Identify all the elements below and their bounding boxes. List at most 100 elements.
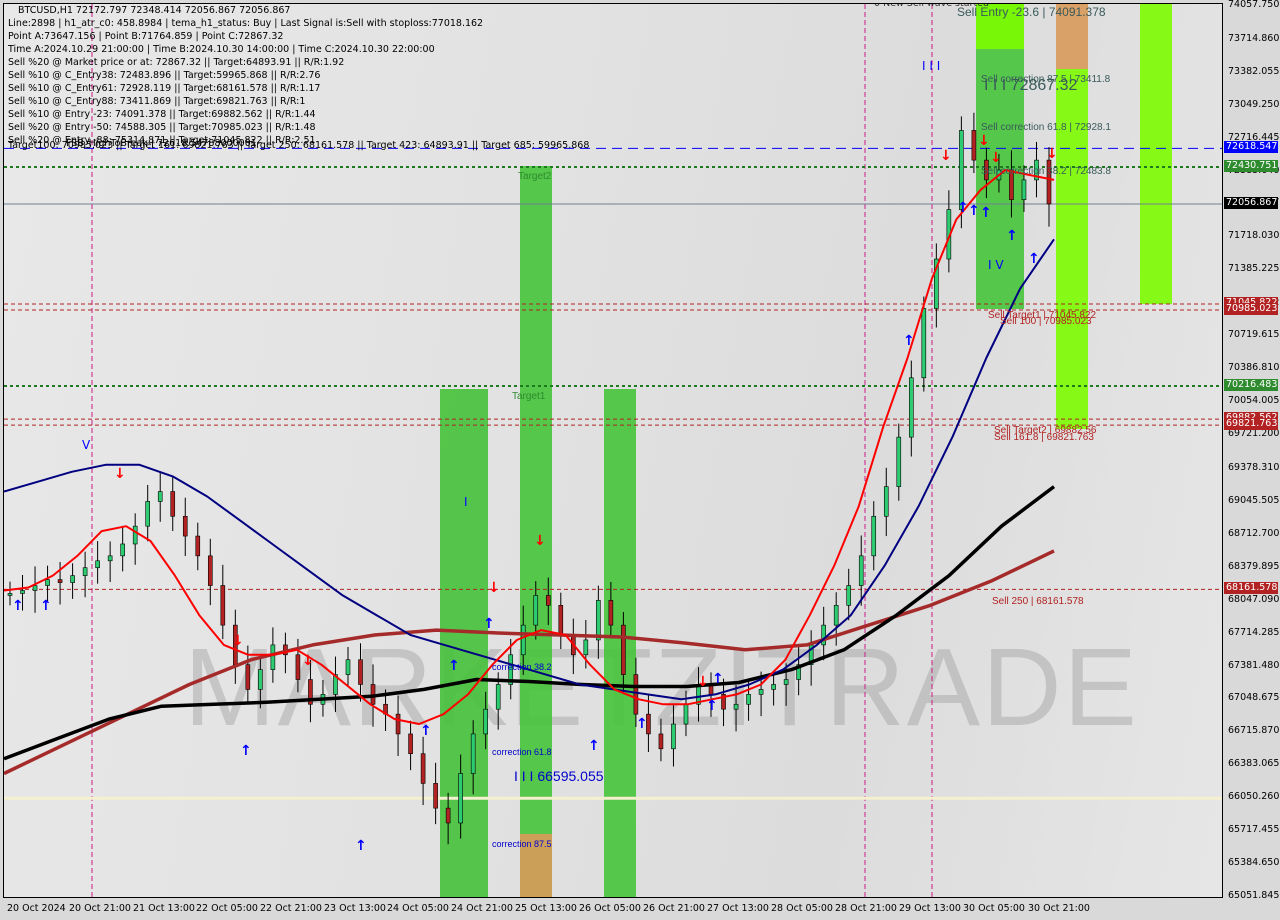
candle-body xyxy=(445,807,451,824)
y-tick-label: 65384.650 xyxy=(1228,857,1280,869)
candle-body xyxy=(358,659,363,685)
x-tick-label: 25 Oct 13:00 xyxy=(515,903,577,914)
price-tag: 68161.578 xyxy=(1224,582,1278,595)
y-tick-label: 66715.870 xyxy=(1228,725,1280,737)
info-line-8: Sell %10 @ Entry -23: 74091.378 || Targe… xyxy=(8,109,316,120)
buy-arrow-icon: ↑ xyxy=(903,333,915,349)
level-label: Sell 161.8 | 69821.763 xyxy=(994,432,1094,443)
chart-area[interactable]: MARKETZITRADE ↑ ↑ ↑ ↑ ↑ ↑ ↑ ↑ ↑ ↑ ↑ ↑ ↑ ↑ ↑ ↑ ↑ ↓ ↓ ↓ ↓ ↓ ↓ ↓ ↓ ↓… xyxy=(3,3,1223,898)
candle-body xyxy=(658,733,664,750)
x-tick-label: 21 Oct 13:00 xyxy=(133,903,195,914)
buy-arrow-icon: ↑ xyxy=(240,743,252,759)
candle-body xyxy=(896,436,902,487)
candle-body xyxy=(408,733,413,755)
candle-body xyxy=(733,703,739,710)
level-label: Sell 100 | 70985.023 xyxy=(1000,316,1092,327)
sell-arrow-icon: ↓ xyxy=(1046,146,1058,162)
level-label: Sell 250 | 68161.578 xyxy=(992,596,1084,607)
y-tick-label: 68712.700 xyxy=(1228,527,1280,539)
x-tick-label: 28 Oct 05:00 xyxy=(771,903,833,914)
candle-body xyxy=(258,669,263,690)
price-tag: 69821.763 xyxy=(1224,418,1278,431)
candle-body xyxy=(458,773,463,824)
price-tag: 70216.483 xyxy=(1224,379,1278,392)
level-label: Target1 xyxy=(512,391,546,402)
sell-arrow-icon: ↓ xyxy=(940,148,952,164)
x-tick-label: 23 Oct 13:00 xyxy=(324,903,386,914)
y-tick-label: 66383.065 xyxy=(1228,758,1280,770)
candle-body xyxy=(821,624,826,646)
candle-body xyxy=(395,713,401,735)
candle-body xyxy=(971,130,977,161)
x-tick-label: 26 Oct 05:00 xyxy=(579,903,641,914)
candle-body xyxy=(621,624,626,675)
symbol-header: BTCUSD,H1 72172.797 72348.414 72056.867 … xyxy=(18,5,291,16)
candle-body xyxy=(771,684,776,690)
sell-arrow-icon: ↓ xyxy=(488,580,500,596)
sell-arrow-icon: ↓ xyxy=(697,674,709,690)
price-tag: 72056.867 xyxy=(1224,196,1278,209)
candle-body xyxy=(132,525,138,545)
zone-band xyxy=(604,389,636,897)
x-tick-label: 22 Oct 21:00 xyxy=(260,903,322,914)
y-tick-label: 70054.005 xyxy=(1228,395,1280,407)
wave-mark: I I I xyxy=(922,59,940,73)
candle-body xyxy=(220,585,226,626)
buy-arrow-icon: ↑ xyxy=(588,738,600,754)
candle-body xyxy=(295,654,301,680)
y-tick-label: 66050.260 xyxy=(1228,791,1280,803)
buy-arrow-icon: ↑ xyxy=(448,658,460,674)
level-label: Sell correction 38.2 | 72483.8 xyxy=(981,166,1111,177)
price-tag: 72430.751 xyxy=(1224,159,1278,172)
candle-body xyxy=(909,377,914,438)
zone-band xyxy=(520,166,552,897)
info-line-2: Point A:73647.156 | Point B:71764.859 | … xyxy=(8,31,284,42)
x-tick-label: 30 Oct 05:00 xyxy=(963,903,1025,914)
buy-arrow-icon: ↑ xyxy=(1028,251,1040,267)
x-tick-label: 20 Oct 2024 xyxy=(7,903,66,914)
x-tick-label: 28 Oct 21:00 xyxy=(835,903,897,914)
candle-body xyxy=(596,600,601,641)
wave-mark: V xyxy=(82,438,91,452)
level-label: Target2 xyxy=(518,171,552,182)
candle-body xyxy=(145,501,150,527)
y-tick-label: 65051.845 xyxy=(1228,890,1280,901)
sell-arrow-icon: ↓ xyxy=(302,653,314,669)
buy-arrow-icon: ↑ xyxy=(706,698,718,714)
buy-arrow-icon: ↑ xyxy=(636,716,648,732)
wave-mark: I V xyxy=(988,258,1004,272)
y-tick-label: 65717.455 xyxy=(1228,824,1280,836)
level-label: correction 38.2 xyxy=(492,662,552,672)
buy-arrow-icon: ↑ xyxy=(355,838,367,854)
candle-body xyxy=(32,585,38,591)
candle-body xyxy=(45,579,50,586)
info-line-9: Sell %20 @ Entry -50: 74588.305 || Targe… xyxy=(8,122,316,133)
x-tick-label: 29 Oct 13:00 xyxy=(899,903,961,914)
candle-body xyxy=(207,555,213,586)
info-line-7: Sell %10 @ C_Entry88: 73411.869 || Targe… xyxy=(8,96,306,107)
sell-arrow-icon: ↓ xyxy=(232,633,244,649)
buy-arrow-icon: ↑ xyxy=(40,598,52,614)
y-tick-label: 67714.285 xyxy=(1228,626,1280,638)
candle-body xyxy=(633,674,639,715)
candle-body xyxy=(433,783,438,809)
info-line-3: Time A:2024.10.29 21:00:00 | Time B:2024… xyxy=(8,44,435,55)
y-tick-label: 67381.480 xyxy=(1228,659,1280,671)
candle-body xyxy=(846,585,852,606)
zone-band xyxy=(1140,4,1172,304)
sell-arrow-icon: ↓ xyxy=(114,466,126,482)
candle-body xyxy=(545,595,551,606)
candle-body xyxy=(7,593,13,596)
info-line-5: Sell %10 @ C_Entry38: 72483.896 || Targe… xyxy=(8,70,321,81)
level-label: correction 87.5 xyxy=(492,839,552,849)
level-label: I I I 72867.32 xyxy=(984,77,1078,94)
candle-body xyxy=(858,555,864,586)
x-tick-label: 30 Oct 21:00 xyxy=(1028,903,1090,914)
level-label: I I I 66595.055 xyxy=(514,768,604,784)
candle-body xyxy=(671,723,676,750)
y-tick-label: 67048.675 xyxy=(1228,692,1280,704)
buy-arrow-icon: ↑ xyxy=(957,200,969,216)
y-tick-label: 70719.615 xyxy=(1228,329,1280,341)
y-tick-label: 71385.225 xyxy=(1228,263,1280,275)
candle-body xyxy=(470,733,476,774)
